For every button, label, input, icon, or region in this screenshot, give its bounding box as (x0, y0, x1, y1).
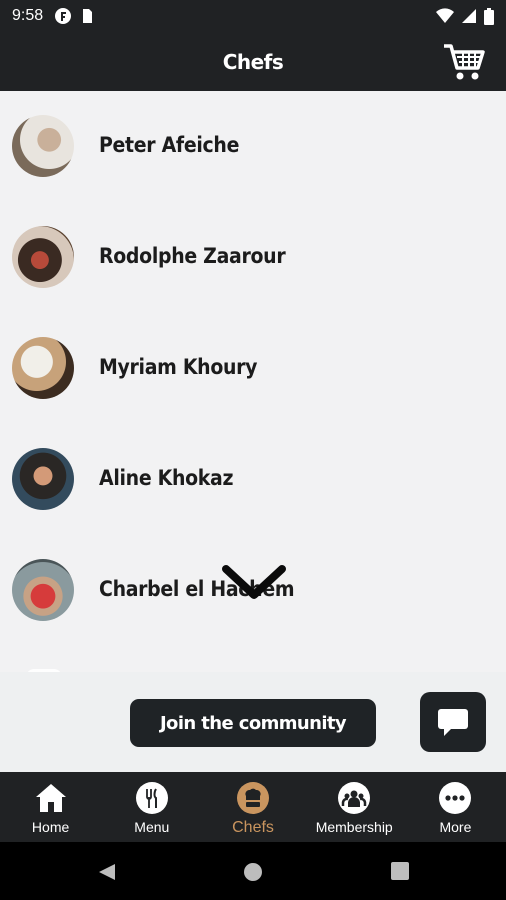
chef-name: Peter Afeiche (99, 133, 240, 157)
nav-home[interactable]: Home (0, 772, 101, 842)
nav-more[interactable]: More (405, 772, 506, 842)
footer-actions: Join the community (0, 672, 506, 772)
chef-row[interactable]: Rodolphe Zaarour (0, 212, 506, 302)
chef-row[interactable]: Aline Khokaz (0, 434, 506, 524)
chef-avatar (12, 337, 74, 399)
system-nav-bar (0, 842, 506, 900)
chef-name: Myriam Khoury (99, 355, 258, 379)
nav-chefs[interactable]: Chefs (202, 772, 303, 842)
home-circle-icon[interactable] (243, 862, 263, 882)
nav-label: More (439, 819, 472, 835)
chef-list: Peter Afeiche Rodolphe Zaarour Myriam Kh… (0, 91, 506, 672)
nav-label: Chefs (232, 819, 274, 836)
recents-icon[interactable] (391, 862, 409, 880)
join-community-button[interactable]: Join the community (130, 699, 376, 747)
chat-button[interactable] (420, 692, 486, 752)
chef-avatar (12, 448, 74, 510)
status-time: 9:58 (12, 7, 44, 24)
nav-label: Membership (315, 819, 393, 835)
scroll-down-chevron-icon[interactable] (222, 565, 286, 601)
chef-hat-icon (237, 782, 269, 814)
chat-bubble-icon (438, 709, 468, 736)
shopping-cart-icon[interactable] (442, 40, 486, 84)
chef-row[interactable]: Peter Afeiche (0, 101, 506, 191)
chef-avatar (12, 559, 74, 621)
bottom-nav: Home Menu Chefs Membership More (0, 772, 506, 842)
sd-card-icon (83, 9, 93, 23)
nav-label: Menu (134, 819, 170, 835)
app-bar: Chefs (0, 32, 506, 91)
home-icon (35, 784, 66, 812)
battery-icon (484, 7, 494, 25)
chef-avatar (12, 226, 74, 288)
more-dots-icon (439, 782, 472, 814)
app-notification-icon (55, 8, 72, 24)
fork-knife-icon (135, 782, 168, 814)
chef-name: Rodolphe Zaarour (99, 244, 286, 268)
chef-name: Aline Khokaz (99, 466, 234, 490)
back-icon[interactable] (97, 862, 117, 882)
page-title: Chefs (222, 49, 284, 74)
signal-icon (462, 9, 476, 23)
chef-avatar (12, 115, 74, 177)
nav-menu[interactable]: Menu (101, 772, 202, 842)
chef-row[interactable]: Myriam Khoury (0, 323, 506, 413)
group-icon (338, 782, 371, 814)
status-bar: 9:58 (0, 0, 506, 32)
nav-membership[interactable]: Membership (304, 772, 405, 842)
wifi-icon (436, 8, 454, 23)
nav-label: Home (31, 819, 70, 835)
